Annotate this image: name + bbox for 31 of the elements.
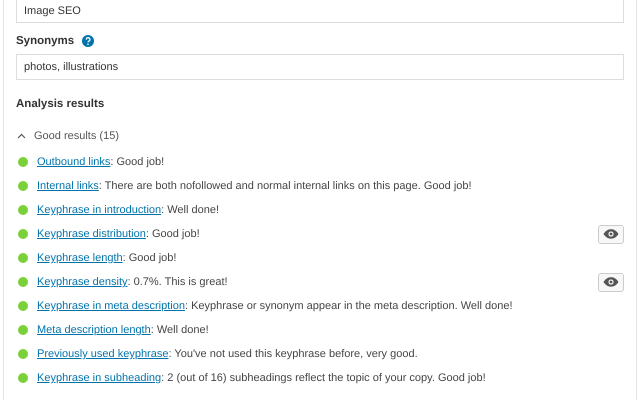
results-toggle[interactable]: Good results (15): [16, 128, 119, 144]
eye-icon: [603, 229, 619, 239]
chevron-icon: [17, 133, 26, 139]
eye-icon: [603, 277, 619, 287]
result-link[interactable]: Meta description length: [37, 324, 151, 336]
result-link[interactable]: Keyphrase in introduction: [37, 204, 162, 216]
result-link[interactable]: Keyphrase distribution: [37, 228, 146, 240]
synonyms-field[interactable]: photos, illustrations: [16, 54, 624, 80]
result-text: Keyphrase in introduction: Well done!: [37, 204, 220, 216]
synonyms-label: Synonyms: [16, 35, 74, 47]
keyphrase-field[interactable]: Image SEO: [16, 0, 624, 23]
result-link[interactable]: Outbound links: [37, 156, 110, 168]
highlight-button[interactable]: [598, 272, 624, 292]
result-text: Keyphrase density: 0.7%. This is great!: [37, 276, 229, 288]
section-heading: Analysis results: [16, 98, 104, 110]
result-text: Internal links: There are both nofollowed and normal internal links on this page. Good job!: [37, 180, 473, 192]
result-link[interactable]: Keyphrase density: [37, 276, 128, 288]
result-text: Keyphrase distribution: Good job!: [37, 228, 201, 240]
result-link[interactable]: Keyphrase in meta description: [37, 300, 185, 312]
highlight-button[interactable]: [598, 224, 624, 244]
result-text: Meta description length: Well done!: [37, 324, 210, 336]
result-link[interactable]: Keyphrase in subheading: [37, 372, 162, 384]
result-link[interactable]: Keyphrase length: [37, 252, 123, 264]
result-link[interactable]: Internal links: [37, 180, 99, 192]
result-text: Keyphrase length: Good job!: [37, 252, 178, 264]
result-link[interactable]: Previously used keyphrase: [37, 348, 168, 360]
result-text: Previously used keyphrase: You've not used this keyphrase before, very good.: [37, 348, 419, 360]
help-icon[interactable]: [82, 35, 94, 47]
result-text: Outbound links: Good job!: [37, 156, 166, 168]
result-text: Keyphrase in meta description: Keyphrase or synonym appear in the meta description. Well done!: [37, 300, 514, 312]
result-text: Keyphrase in subheading: 2 (out of 16) subheadings reflect the topic of your copy. Good job!: [37, 372, 487, 384]
